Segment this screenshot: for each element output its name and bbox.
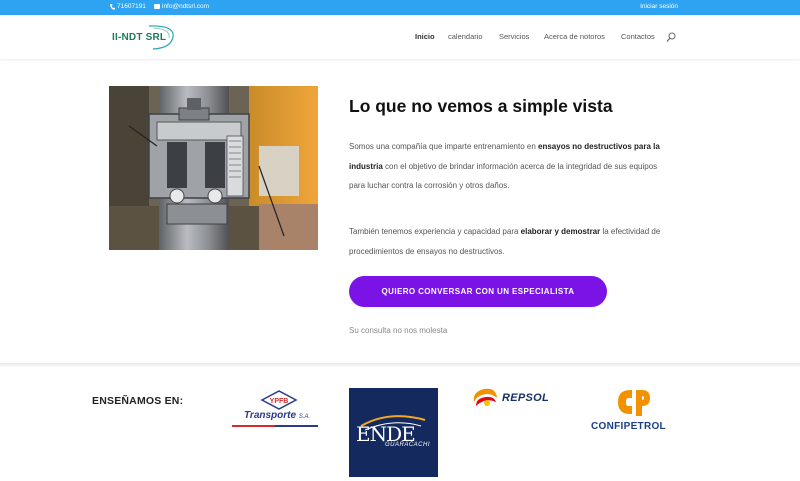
contact-specialist-button[interactable]: QUIERO CONVERSAR CON UN ESPECIALISTA — [349, 276, 607, 307]
ypfb-name: Transporte S.A. — [244, 410, 310, 421]
nav-item-servicios[interactable]: Servicios — [499, 32, 529, 41]
ende-guaracachi-logo: ENDE GUARACACHI — [349, 388, 438, 477]
ypfb-badge-text: YPFB — [270, 398, 289, 405]
ypfb-name-suffix: S.A. — [298, 414, 311, 420]
nav-item-acerca[interactable]: Acerca de notoros — [544, 32, 605, 41]
logo-text: II-NDT SRL — [112, 32, 167, 43]
nav-item-contactos[interactable]: Contactos — [621, 32, 655, 41]
top-bar: 71607191 info@ndtsrl.com Iniciar sesión — [0, 0, 800, 15]
repsol-name: REPSOL — [502, 392, 550, 404]
ypfb-badge-icon: YPFB — [260, 390, 298, 410]
phone-number: 71607191 — [117, 3, 146, 10]
site-logo[interactable]: II-NDT SRL — [109, 23, 177, 51]
hero-photo — [109, 86, 318, 250]
brands-label: ENSEÑAMOS EN: — [92, 395, 184, 407]
topbar-phone[interactable]: 71607191 — [110, 3, 146, 10]
phone-icon — [110, 3, 115, 10]
intro-paragraph: Somos una compañía que imparte entrenami… — [349, 137, 664, 196]
hero-title: Lo que no vemos a simple vista — [349, 96, 613, 116]
mail-icon — [154, 4, 160, 9]
experience-bold-1: elaborar y demostrar — [520, 227, 601, 236]
repsol-flame-icon — [473, 388, 497, 406]
confipetrol-emblem-icon — [618, 390, 650, 416]
nav-item-inicio[interactable]: Inicio — [415, 32, 435, 41]
confipetrol-name: CONFIPETROL — [591, 421, 666, 432]
ypfb-stripe — [232, 425, 318, 427]
site-header: II-NDT SRL Inicio calendario Servicios A… — [0, 15, 800, 59]
search-icon[interactable] — [666, 32, 676, 42]
ende-subtitle: GUARACACHI — [385, 442, 431, 448]
confipetrol-logo: CONFIPETROL — [588, 388, 680, 434]
nav-item-calendario[interactable]: calendario — [448, 32, 483, 41]
ypfb-transporte-logo: YPFB Transporte S.A. — [230, 390, 320, 430]
topbar-email[interactable]: info@ndtsrl.com — [154, 3, 209, 10]
intro-text-2: con el objetivo de brindar información a… — [349, 161, 658, 191]
cta-note: Su consulta no nos molesta — [349, 326, 448, 335]
intro-text-1: Somos una compañía que imparte entrenami… — [349, 142, 539, 151]
experience-paragraph: También tenemos experiencia y capacidad … — [349, 222, 664, 261]
ypfb-name-main: Transporte — [244, 410, 297, 421]
email-address: info@ndtsrl.com — [162, 3, 210, 10]
repsol-logo: REPSOL — [470, 386, 562, 412]
login-link[interactable]: Iniciar sesión — [640, 3, 678, 10]
section-divider — [0, 363, 800, 367]
experience-text-1: También tenemos experiencia y capacidad … — [349, 227, 521, 236]
